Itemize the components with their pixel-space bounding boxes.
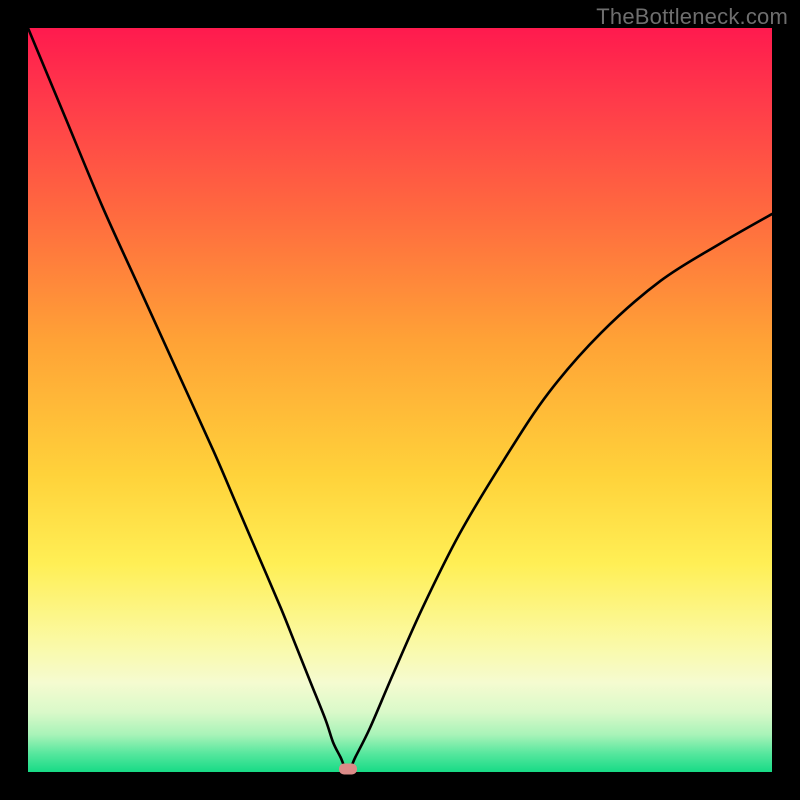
minimum-marker	[339, 764, 357, 775]
chart-frame: TheBottleneck.com	[0, 0, 800, 800]
watermark-text: TheBottleneck.com	[596, 4, 788, 30]
bottleneck-curve	[28, 28, 772, 772]
plot-area	[28, 28, 772, 772]
